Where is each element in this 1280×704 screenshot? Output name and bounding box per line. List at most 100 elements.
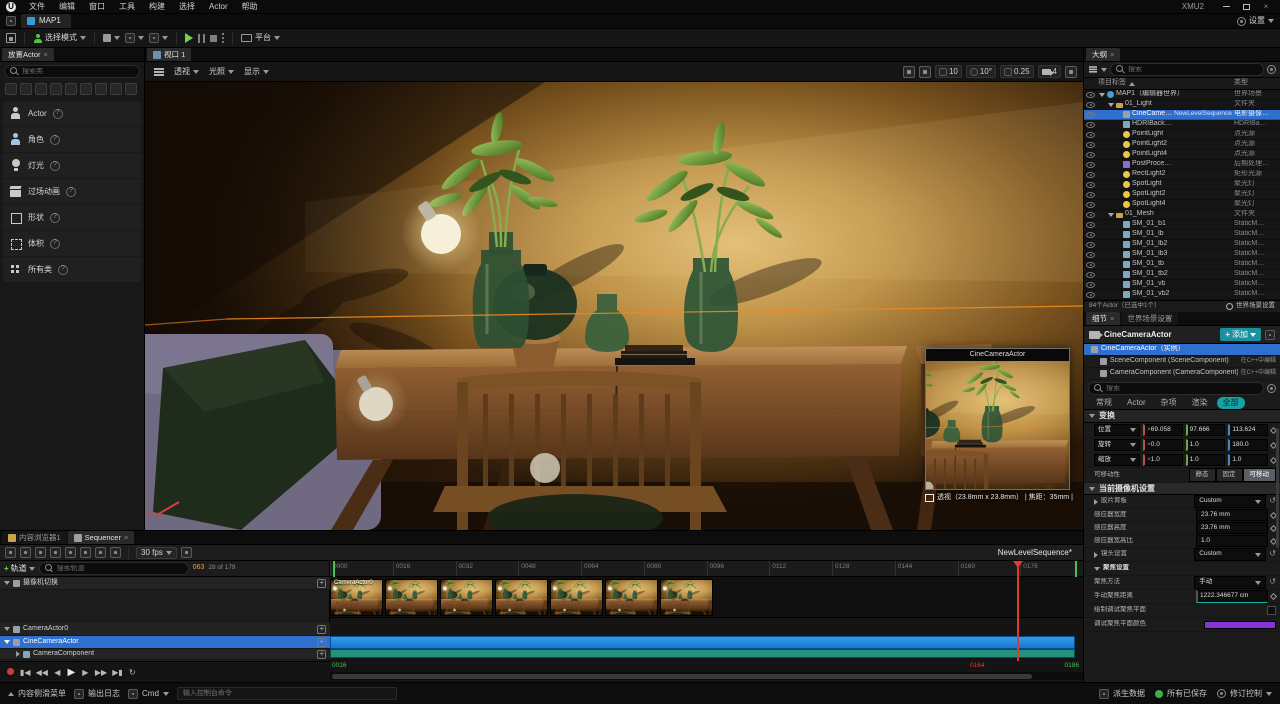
visibility-eye-icon[interactable] — [1086, 201, 1095, 208]
details-scrollbar[interactable] — [1276, 428, 1279, 548]
component-row[interactable]: CineCameraActor（实例） — [1084, 344, 1280, 356]
save-status[interactable]: 所有已保存 — [1155, 689, 1207, 699]
cinematics-dropdown[interactable] — [149, 33, 168, 43]
outliner-row[interactable]: PointLight 点光源 — [1084, 130, 1280, 140]
details-filter-icon[interactable] — [1267, 383, 1276, 393]
editor-mode-dropdown[interactable]: 选择模式 — [33, 33, 86, 43]
tab-world-settings[interactable]: 世界场景设置 — [1121, 312, 1179, 325]
expand-caret-icon[interactable] — [4, 640, 10, 644]
details-filter-chip[interactable]: 全部 — [1216, 396, 1245, 409]
recent-item-9[interactable] — [125, 83, 137, 95]
recent-item-4[interactable] — [50, 83, 62, 95]
tab-place-actors[interactable]: 放置Actor — [2, 48, 54, 61]
track-camera-cuts[interactable]: 摄像机切换 — [0, 577, 330, 590]
place-category-row[interactable]: 角色 — [3, 127, 141, 152]
place-category-row[interactable]: Actor — [3, 101, 141, 126]
visibility-eye-icon[interactable] — [1086, 191, 1095, 198]
outliner-row[interactable]: HDRIBack… HDRIBa… — [1084, 120, 1280, 130]
sensor-width-field[interactable]: 23.76 mm — [1196, 508, 1268, 522]
details-search-input[interactable] — [1106, 384, 1258, 392]
outliner-row[interactable]: SM_01_lb StaticM… — [1084, 230, 1280, 240]
debug-focus-plane-color-swatch[interactable] — [1204, 620, 1276, 629]
cut-thumbnail[interactable] — [550, 578, 603, 616]
outliner-row[interactable]: SM_01_tb2 StaticM… — [1084, 270, 1280, 280]
surface-snap-icon[interactable] — [918, 65, 931, 78]
outliner-row[interactable]: PointLight4 点光源 — [1084, 150, 1280, 160]
camera-component-section-bar[interactable] — [330, 649, 1075, 658]
details-filter-chip[interactable]: 渲染 — [1186, 397, 1214, 409]
sequencer-save-icon[interactable] — [5, 547, 16, 558]
cut-thumbnail[interactable] — [440, 578, 493, 616]
current-frame-label[interactable]: 063 — [193, 564, 205, 573]
visibility-eye-icon[interactable] — [1086, 271, 1095, 278]
location-dropdown[interactable]: 位置 — [1094, 423, 1140, 437]
curve-editor-icon[interactable] — [180, 547, 192, 558]
place-search-input[interactable] — [22, 68, 134, 75]
add-track-button[interactable]: 轨道 — [4, 564, 35, 574]
help-icon[interactable] — [50, 160, 60, 171]
place-category-row[interactable]: 灯光 — [3, 153, 141, 178]
outliner-row[interactable]: PostProce… 后期处理… — [1084, 160, 1280, 170]
grid-snap-toggle[interactable]: 10 — [934, 65, 962, 78]
unreal-logo-icon[interactable]: U — [6, 1, 16, 12]
tab-details[interactable]: 细节 — [1086, 312, 1121, 325]
loop-button[interactable] — [128, 668, 137, 678]
rotation-dropdown[interactable]: 旋转 — [1094, 438, 1140, 452]
expand-caret-icon[interactable] — [4, 627, 10, 631]
visibility-eye-icon[interactable] — [1086, 151, 1095, 158]
details-options-icon[interactable] — [1265, 329, 1275, 340]
menu-item[interactable]: Actor — [202, 0, 235, 14]
derived-data-status[interactable]: 派生数据 — [1099, 688, 1145, 699]
reset-to-default-icon[interactable] — [1269, 577, 1276, 587]
recent-item-8[interactable] — [110, 83, 122, 95]
menu-item[interactable]: 选择 — [172, 0, 202, 14]
level-tab[interactable]: MAP1 — [21, 14, 71, 28]
rotation-y-field[interactable]: 1.0 — [1185, 438, 1226, 452]
help-icon[interactable] — [58, 264, 68, 275]
pause-button[interactable] — [198, 33, 205, 43]
draw-debug-focus-plane-checkbox[interactable] — [1267, 606, 1276, 615]
recent-item-7[interactable] — [95, 83, 107, 95]
playhead[interactable] — [1017, 561, 1019, 661]
scale-y-field[interactable]: 1.0 — [1185, 453, 1226, 467]
cut-thumbnail[interactable] — [385, 578, 438, 616]
outliner-row[interactable]: PointLight2 点光源 — [1084, 140, 1280, 150]
visibility-eye-icon[interactable] — [1086, 291, 1095, 298]
tab-sequencer[interactable]: Sequencer — [67, 531, 135, 544]
filmback-select[interactable]: Custom — [1194, 495, 1267, 508]
location-z-field[interactable]: 113.624 — [1228, 423, 1269, 437]
location-x-field[interactable]: 69.058 — [1143, 423, 1183, 437]
help-icon[interactable] — [52, 108, 63, 119]
platforms-dropdown[interactable]: 平台 — [241, 33, 280, 43]
place-category-row[interactable]: 过场动画 — [3, 179, 141, 204]
section-current-camera-settings[interactable]: 当前摄像机设置 — [1084, 483, 1280, 495]
details-filter-chip[interactable]: 常规 — [1090, 397, 1118, 409]
help-icon[interactable] — [50, 212, 60, 223]
place-category-row[interactable]: 体积 — [3, 231, 141, 256]
rotation-x-field[interactable]: 0.0 — [1143, 438, 1183, 452]
close-tab-icon[interactable] — [124, 533, 128, 542]
outliner-row[interactable]: 01_Light 文件夹 — [1084, 100, 1280, 110]
details-filter-chip[interactable]: 杂项 — [1155, 397, 1183, 409]
actions-icon[interactable] — [65, 547, 76, 558]
play-button[interactable] — [185, 33, 193, 43]
sequence-name-label[interactable]: NewLevelSequence* — [998, 548, 1078, 558]
visibility-eye-icon[interactable] — [1086, 211, 1095, 218]
viewport-canvas[interactable]: x CineCameraActor 透视（23.8mm x 23.8mm） | … — [145, 82, 1083, 530]
expand-caret-icon[interactable] — [1108, 212, 1114, 217]
expand-caret-icon[interactable] — [4, 581, 10, 585]
rotation-snap-toggle[interactable]: 10° — [965, 65, 996, 78]
lens-select[interactable]: Custom — [1194, 548, 1267, 561]
component-row[interactable]: SceneComponent (SceneComponent) 在C++中编辑 — [1084, 356, 1280, 368]
outliner-row[interactable]: SpotLight 聚光灯 — [1084, 180, 1280, 190]
world-settings-button[interactable]: 世界场景设置 — [1226, 302, 1275, 310]
next-key-button[interactable] — [95, 668, 107, 678]
visibility-eye-icon[interactable] — [1086, 281, 1095, 288]
play-button[interactable] — [67, 667, 76, 680]
cut-thumbnail[interactable] — [495, 578, 548, 616]
add-section-button[interactable] — [317, 649, 326, 659]
manual-focus-distance-field[interactable]: 1222.346677 cm — [1196, 590, 1268, 603]
sensor-height-field[interactable]: 23.76 mm — [1196, 521, 1268, 535]
expand-caret-icon[interactable] — [1094, 498, 1098, 505]
tab-outliner[interactable]: 大纲 — [1086, 48, 1121, 61]
